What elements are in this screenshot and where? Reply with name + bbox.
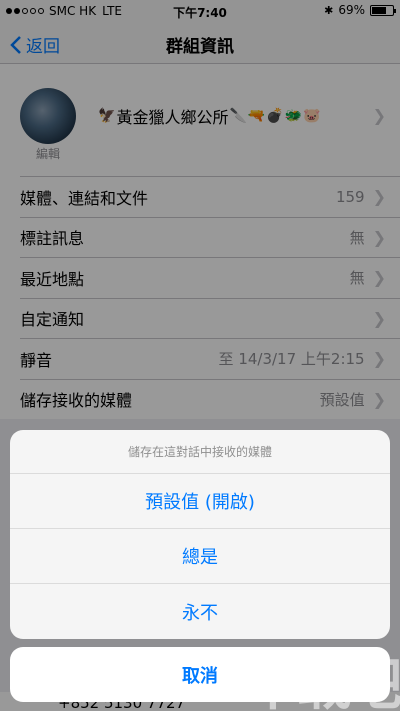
- option-never[interactable]: 永不: [10, 584, 390, 639]
- action-sheet-title: 儲存在這對話中接收的媒體: [10, 430, 390, 474]
- watermark-logo: 下载吧: [246, 653, 400, 711]
- option-default-on[interactable]: 預設值 (開啟): [10, 474, 390, 529]
- option-always[interactable]: 總是: [10, 529, 390, 584]
- action-sheet: 儲存在這對話中接收的媒體 預設值 (開啟) 總是 永不: [10, 430, 390, 639]
